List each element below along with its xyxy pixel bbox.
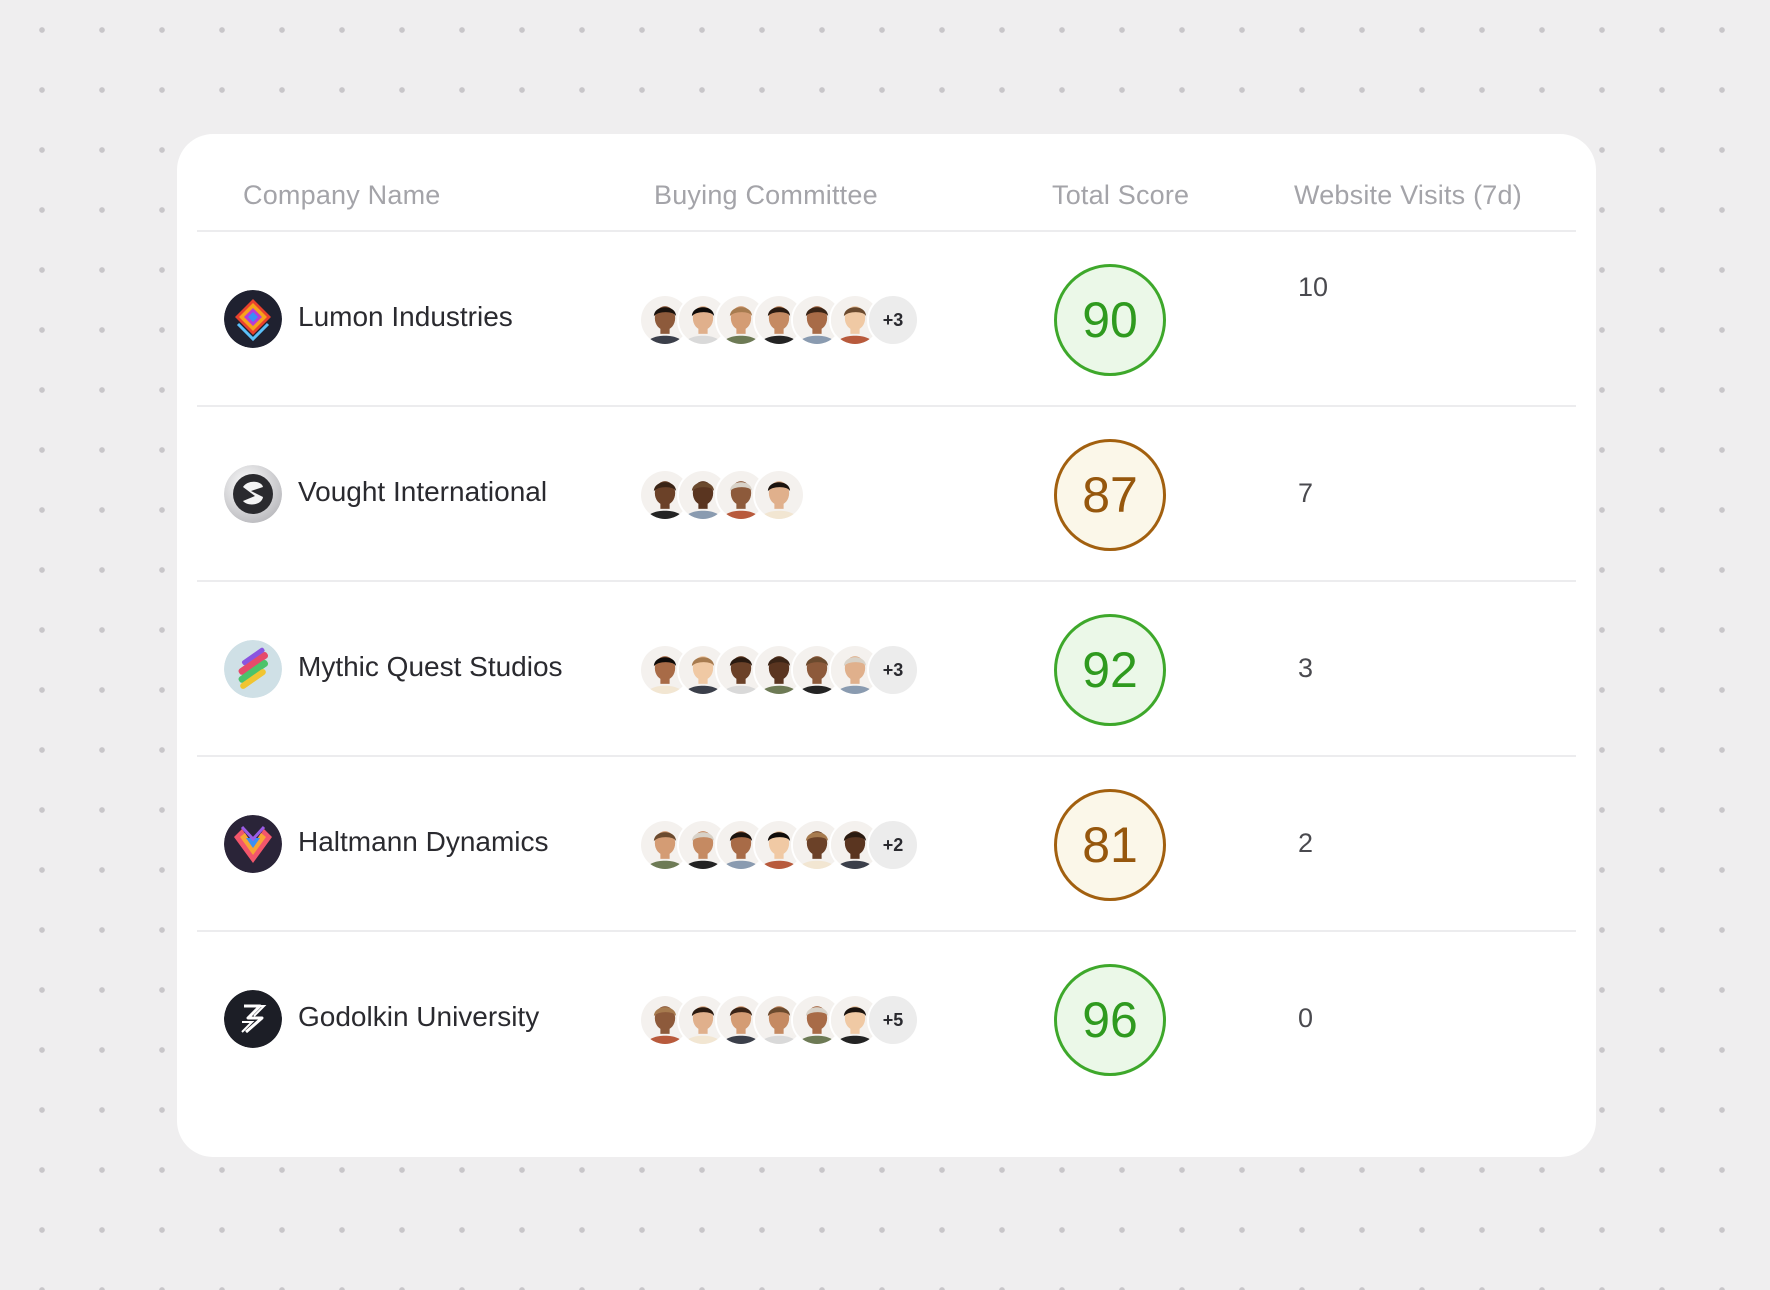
accounts-card: Company Name Buying Committee Total Scor… (177, 134, 1596, 1157)
total-score-badge: 92 (1054, 614, 1166, 726)
website-visits-value: 2 (1298, 828, 1314, 858)
buying-committee-avatars[interactable]: +5 (639, 994, 919, 1046)
header-buying-committee[interactable]: Buying Committee (654, 180, 878, 211)
buying-committee-avatars[interactable]: +3 (639, 644, 919, 696)
company-name[interactable]: Vought International (298, 476, 547, 508)
total-score-badge: 87 (1054, 439, 1166, 551)
table-header: Company Name Buying Committee Total Scor… (197, 174, 1576, 232)
total-score-badge: 96 (1054, 964, 1166, 1076)
website-visits-value: 10 (1298, 272, 1329, 302)
header-company-name[interactable]: Company Name (243, 180, 440, 211)
company-name[interactable]: Haltmann Dynamics (298, 826, 549, 858)
website-visits-value: 7 (1298, 478, 1314, 508)
more-members-badge[interactable]: +5 (867, 994, 919, 1046)
godolkin-logo-icon (224, 990, 282, 1048)
vought-logo-icon (224, 465, 282, 523)
table-row[interactable]: Lumon Industries +3 90 10 (197, 232, 1576, 407)
buying-committee-avatars[interactable] (639, 469, 805, 521)
total-score-badge: 81 (1054, 789, 1166, 901)
website-visits-value: 3 (1298, 653, 1314, 683)
company-name[interactable]: Lumon Industries (298, 301, 513, 333)
buying-committee-avatars[interactable]: +3 (639, 294, 919, 346)
table-row[interactable]: Vought International 87 7 (197, 407, 1576, 582)
haltmann-logo-icon (224, 815, 282, 873)
buying-committee-avatars[interactable]: +2 (639, 819, 919, 871)
avatar[interactable] (753, 469, 805, 521)
header-website-visits[interactable]: Website Visits (7d) (1294, 180, 1522, 211)
website-visits-value: 0 (1298, 1003, 1314, 1033)
accounts-table: Company Name Buying Committee Total Scor… (197, 174, 1576, 1107)
more-members-badge[interactable]: +3 (867, 644, 919, 696)
canvas-background: Company Name Buying Committee Total Scor… (0, 0, 1770, 1290)
table-row[interactable]: Godolkin University +5 96 0 (197, 932, 1576, 1107)
table-row[interactable]: Mythic Quest Studios +3 92 3 (197, 582, 1576, 757)
company-name[interactable]: Godolkin University (298, 1001, 539, 1033)
total-score-badge: 90 (1054, 264, 1166, 376)
more-members-badge[interactable]: +2 (867, 819, 919, 871)
more-members-badge[interactable]: +3 (867, 294, 919, 346)
company-name[interactable]: Mythic Quest Studios (298, 651, 563, 683)
mythic-quest-logo-icon (224, 640, 282, 698)
header-total-score[interactable]: Total Score (1052, 180, 1189, 211)
table-row[interactable]: Haltmann Dynamics +2 81 2 (197, 757, 1576, 932)
lumon-logo-icon (224, 290, 282, 348)
